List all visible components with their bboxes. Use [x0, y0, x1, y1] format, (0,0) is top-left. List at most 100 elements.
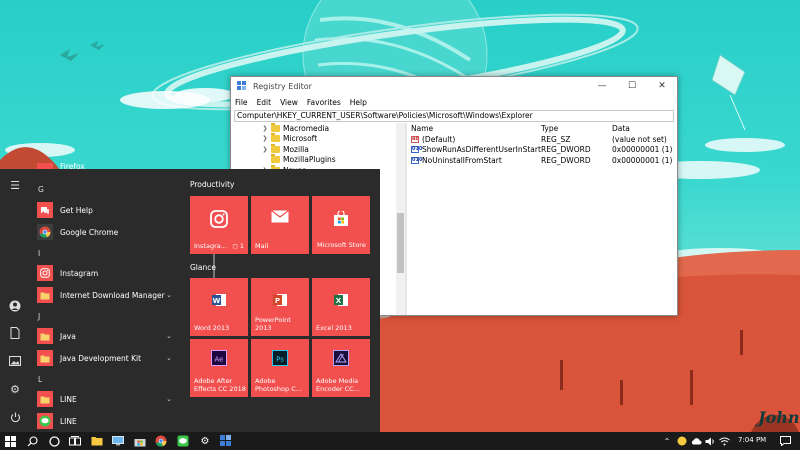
tile-powerpoint[interactable]: P PowerPoint 2013	[251, 278, 309, 336]
taskbar-settings[interactable]: ⚙	[198, 434, 212, 448]
address-bar[interactable]: Computer\HKEY_CURRENT_USER\Software\Poli…	[234, 110, 674, 122]
app-folder-item[interactable]: LINE ⌄	[30, 388, 180, 410]
tile-instagram[interactable]: Instagra... ◻ 1	[190, 196, 248, 254]
tile-media-encoder[interactable]: Adobe Media Encoder CC...	[312, 339, 370, 397]
power-button[interactable]	[6, 408, 24, 426]
tile-label: Adobe After Effects CC 2018	[194, 377, 246, 393]
tray-network[interactable]	[717, 434, 731, 448]
values-list[interactable]: Name Type Data ab (Default) REG_SZ (valu…	[407, 123, 677, 315]
string-value-icon: ab	[411, 135, 419, 143]
clock[interactable]: 7:04 PM	[738, 436, 766, 444]
search-icon	[27, 435, 38, 446]
app-label: LINE	[60, 394, 77, 404]
letter-header-i[interactable]: I	[38, 249, 40, 258]
app-list-item[interactable]: Instagram	[30, 262, 180, 284]
chrome-icon	[37, 224, 53, 240]
group-label-productivity[interactable]: Productivity	[190, 180, 234, 189]
app-folder-item[interactable]: Java Development Kit ⌄	[30, 347, 180, 369]
taskbar-store[interactable]	[133, 434, 147, 448]
taskbar-chrome[interactable]	[154, 434, 168, 448]
letter-header-j[interactable]: J	[38, 312, 40, 321]
group-label-glance[interactable]: Glance	[190, 263, 216, 272]
search-button[interactable]	[25, 434, 39, 448]
tray-onedrive[interactable]	[689, 434, 703, 448]
app-folder-item[interactable]: Internet Download Manager ⌄	[30, 284, 180, 306]
app-list-item[interactable]: Google Chrome	[30, 221, 180, 243]
taskbar-file-explorer[interactable]	[90, 434, 104, 448]
pictures-button[interactable]	[6, 352, 24, 370]
folder-icon	[37, 350, 53, 366]
letter-header-l[interactable]: L	[38, 375, 42, 384]
tile-after-effects[interactable]: Ae Adobe After Effects CC 2018	[190, 339, 248, 397]
tree-item[interactable]: ❯ Microsoft	[231, 133, 405, 145]
tree-item[interactable]: MozillaPlugins	[231, 154, 405, 166]
app-label: Java Development Kit	[60, 353, 142, 363]
tile-word[interactable]: W Word 2013	[190, 278, 248, 336]
maximize-button[interactable]: ☐	[617, 77, 647, 95]
tree-item[interactable]: ❯ Macromedia	[231, 123, 405, 134]
tile-label: Microsoft Store	[317, 241, 366, 249]
app-list[interactable]: Firefox G Get Help Google Chrome I Insta…	[30, 162, 215, 432]
tree-item[interactable]: ❯ Mozilla	[231, 143, 405, 155]
minimize-button[interactable]: —	[587, 77, 617, 95]
line-icon	[37, 413, 53, 429]
taskbar-line[interactable]	[176, 434, 190, 448]
media-encoder-icon	[312, 350, 370, 366]
value-row[interactable]: 010 ShowRunAsDifferentUserInStart REG_DW…	[407, 145, 677, 156]
expand-arrow-icon[interactable]: ❯	[261, 146, 269, 153]
tile-photoshop[interactable]: Ps Adobe Photoshop C...	[251, 339, 309, 397]
menu-favorites[interactable]: Favorites	[307, 98, 341, 107]
app-list-item[interactable]: Firefox	[30, 160, 180, 172]
hamburger-icon: ☰	[10, 178, 20, 192]
expand-arrow-icon[interactable]: ❯	[261, 135, 269, 142]
expand-menu-button[interactable]: ☰	[6, 176, 24, 194]
action-center-button[interactable]	[778, 434, 792, 448]
documents-button[interactable]	[6, 324, 24, 342]
menu-file[interactable]: File	[235, 98, 248, 107]
tree-scrollbar[interactable]	[396, 123, 405, 315]
menu-help[interactable]: Help	[350, 98, 367, 107]
value-data: 0x00000001 (1)	[612, 145, 673, 155]
minimize-icon: —	[597, 81, 607, 91]
tray-volume[interactable]	[703, 434, 717, 448]
tray-app[interactable]	[675, 434, 689, 448]
taskbar-regedit[interactable]	[219, 434, 233, 448]
menu-edit[interactable]: Edit	[257, 98, 272, 107]
tile-mail[interactable]: Mail	[251, 196, 309, 254]
tile-excel[interactable]: X Excel 2013	[312, 278, 370, 336]
column-type-header[interactable]: Type	[541, 124, 612, 133]
maximize-icon: ☐	[627, 81, 637, 91]
svg-text:X: X	[336, 297, 342, 305]
title-bar[interactable]: Registry Editor — ☐ ✕	[231, 77, 677, 95]
store-icon	[134, 438, 146, 446]
folder-icon	[271, 133, 280, 143]
cortana-button[interactable]	[47, 434, 61, 448]
column-data-header[interactable]: Data	[612, 124, 677, 133]
task-view-button[interactable]	[68, 434, 82, 448]
menu-view[interactable]: View	[280, 98, 298, 107]
tile-label: Adobe Media Encoder CC...	[316, 377, 360, 393]
taskbar-this-pc[interactable]	[111, 434, 125, 448]
start-button[interactable]	[3, 434, 17, 448]
svg-text:P: P	[275, 297, 280, 305]
app-folder-item[interactable]: Java ⌄	[30, 325, 180, 347]
user-account-button[interactable]	[6, 297, 24, 315]
close-button[interactable]: ✕	[647, 77, 677, 95]
instagram-icon	[37, 265, 53, 281]
show-hidden-icons-button[interactable]: ⌃	[660, 434, 674, 448]
value-row[interactable]: 010 NoUninstallFromStart REG_DWORD 0x000…	[407, 155, 677, 166]
app-list-item[interactable]: Get Help	[30, 199, 180, 221]
value-row[interactable]: ab (Default) REG_SZ (value not set)	[407, 134, 677, 145]
settings-button[interactable]: ⚙	[6, 380, 24, 398]
app-list-item[interactable]: LINE	[30, 410, 180, 432]
scrollbar-thumb[interactable]	[397, 213, 404, 273]
tile-label: Word 2013	[194, 324, 230, 332]
folder-icon	[37, 391, 53, 407]
file-explorer-icon	[91, 437, 103, 446]
chevron-down-icon: ⌄	[166, 395, 172, 403]
letter-header-g[interactable]: G	[38, 185, 44, 194]
expand-arrow-icon[interactable]: ❯	[261, 125, 269, 132]
column-name-header[interactable]: Name	[407, 124, 541, 133]
tree-item-label: MozillaPlugins	[283, 155, 336, 165]
tile-microsoft-store[interactable]: Microsoft Store	[312, 196, 370, 254]
